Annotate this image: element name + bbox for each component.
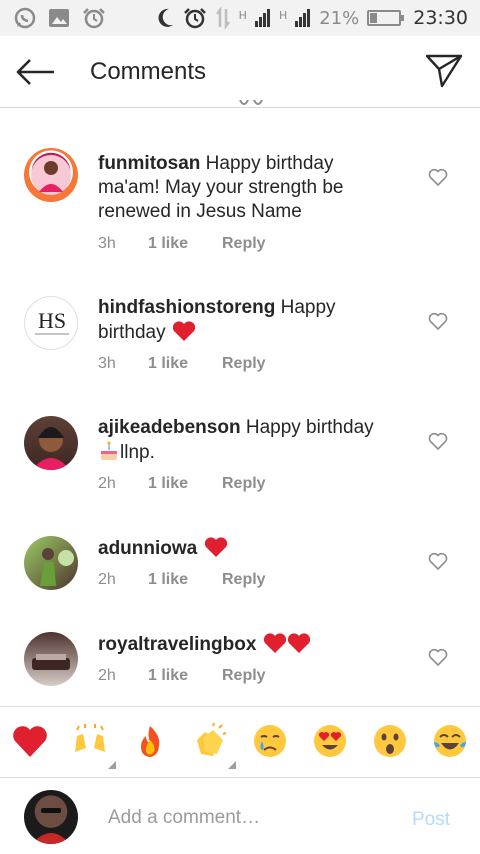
- reply-button[interactable]: Reply: [222, 355, 266, 373]
- like-heart-icon[interactable]: [428, 168, 448, 186]
- avatar[interactable]: HS: [24, 296, 78, 350]
- comment-meta: 2h 1 like Reply: [98, 571, 266, 589]
- like-heart-icon[interactable]: [428, 312, 448, 330]
- reply-button[interactable]: Reply: [222, 235, 266, 253]
- comment-username[interactable]: ajikeadebenson: [98, 417, 241, 438]
- avatar[interactable]: [24, 416, 78, 470]
- tears-of-joy-icon: [434, 725, 466, 757]
- comment-meta: 3h 1 like Reply: [98, 235, 266, 253]
- comment-compose-bar: Post: [0, 779, 480, 854]
- comment-username[interactable]: adunniowa: [98, 538, 197, 559]
- signal-1-label: H: [238, 9, 247, 22]
- signal-1-icon: [254, 9, 270, 27]
- heart-eyes-emoji-button[interactable]: [308, 719, 352, 763]
- gallery-icon: [49, 9, 69, 27]
- comment-likes[interactable]: 1 like: [148, 475, 222, 493]
- avatar[interactable]: [24, 536, 78, 590]
- avatar[interactable]: [24, 148, 78, 202]
- reply-button[interactable]: Reply: [222, 667, 266, 685]
- moon-icon: [158, 8, 173, 27]
- comment-time: 3h: [98, 355, 116, 372]
- fire-emoji-button[interactable]: [128, 719, 172, 763]
- comment-time: 2h: [98, 667, 116, 684]
- red-heart-icon: [263, 633, 286, 653]
- comment-body: Happy birthday: [240, 417, 374, 438]
- comment-time: 3h: [98, 235, 116, 252]
- clapping-hands-icon: [197, 722, 227, 756]
- comment-text: royaltravelingbox: [98, 632, 398, 657]
- comment-text: funmitosan Happy birthday ma'am! May you…: [98, 152, 398, 224]
- emoji-reaction-bar: [0, 706, 480, 778]
- alarm-icon: [83, 8, 105, 29]
- fire-icon: [141, 726, 160, 757]
- comment-text: ajikeadebenson Happy birthday llnp.: [98, 416, 398, 465]
- birthday-cake-icon: [101, 441, 117, 460]
- clapping-hands-emoji-button[interactable]: [188, 719, 232, 763]
- crying-face-emoji-button[interactable]: [248, 719, 292, 763]
- status-bar: H H 21% 23:30: [0, 0, 480, 36]
- comment-likes[interactable]: 1 like: [148, 667, 222, 685]
- red-heart-icon: [287, 633, 310, 653]
- like-heart-icon[interactable]: [428, 432, 448, 450]
- whatsapp-icon: [14, 7, 36, 29]
- my-avatar[interactable]: [24, 790, 78, 844]
- battery-icon: [367, 10, 405, 26]
- signal-2-icon: [295, 9, 311, 27]
- comment-time: 2h: [98, 475, 116, 492]
- clock: 23:30: [413, 7, 468, 29]
- crying-face-icon: [254, 725, 286, 757]
- post-button[interactable]: Post: [412, 809, 450, 831]
- comment-text: adunniowa: [98, 536, 398, 561]
- red-heart-icon: [172, 321, 195, 341]
- astonished-face-icon: [374, 725, 406, 757]
- red-heart-icon: [204, 537, 227, 557]
- raising-hands-emoji-button[interactable]: [68, 719, 112, 763]
- comment-meta: 2h 1 like Reply: [98, 475, 266, 493]
- comment-username[interactable]: royaltravelingbox: [98, 634, 256, 655]
- signal-2-label: H: [278, 9, 288, 22]
- avatar[interactable]: [24, 632, 78, 686]
- comment-meta: 2h 1 like Reply: [98, 667, 266, 685]
- red-heart-icon: [13, 726, 47, 757]
- comment-username[interactable]: funmitosan: [98, 153, 200, 174]
- comment-likes[interactable]: 1 like: [148, 355, 222, 373]
- heart-eyes-icon: [314, 725, 346, 757]
- comment-likes[interactable]: 1 like: [148, 571, 222, 589]
- comment-username[interactable]: hindfashionstoreng: [98, 297, 275, 318]
- battery-percent: 21%: [319, 7, 360, 29]
- direct-send-icon[interactable]: [424, 52, 464, 90]
- variant-indicator: [108, 761, 116, 769]
- cut-off-text-fragment: [239, 100, 263, 105]
- comment-text: hindfashionstoreng Happy birthday: [98, 296, 398, 345]
- page-title: Comments: [90, 58, 207, 85]
- alarm-small-icon: [183, 8, 206, 29]
- comment-input[interactable]: [108, 805, 398, 831]
- reply-button[interactable]: Reply: [222, 571, 266, 589]
- red-heart-emoji-button[interactable]: [8, 719, 52, 763]
- like-heart-icon[interactable]: [428, 648, 448, 666]
- back-arrow-icon[interactable]: [16, 58, 56, 86]
- like-heart-icon[interactable]: [428, 552, 448, 570]
- comment-meta: 3h 1 like Reply: [98, 355, 266, 373]
- data-transfer-icon: [215, 7, 230, 29]
- comment-time: 2h: [98, 571, 116, 588]
- raising-hands-icon: [75, 724, 105, 752]
- svg-text:HS: HS: [38, 308, 66, 333]
- comment-body-continued: llnp.: [120, 442, 155, 463]
- reply-button[interactable]: Reply: [222, 475, 266, 493]
- variant-indicator: [228, 761, 236, 769]
- astonished-face-emoji-button[interactable]: [368, 719, 412, 763]
- comment-likes[interactable]: 1 like: [148, 235, 222, 253]
- comments-header: Comments: [0, 36, 480, 108]
- tears-of-joy-emoji-button[interactable]: [428, 719, 472, 763]
